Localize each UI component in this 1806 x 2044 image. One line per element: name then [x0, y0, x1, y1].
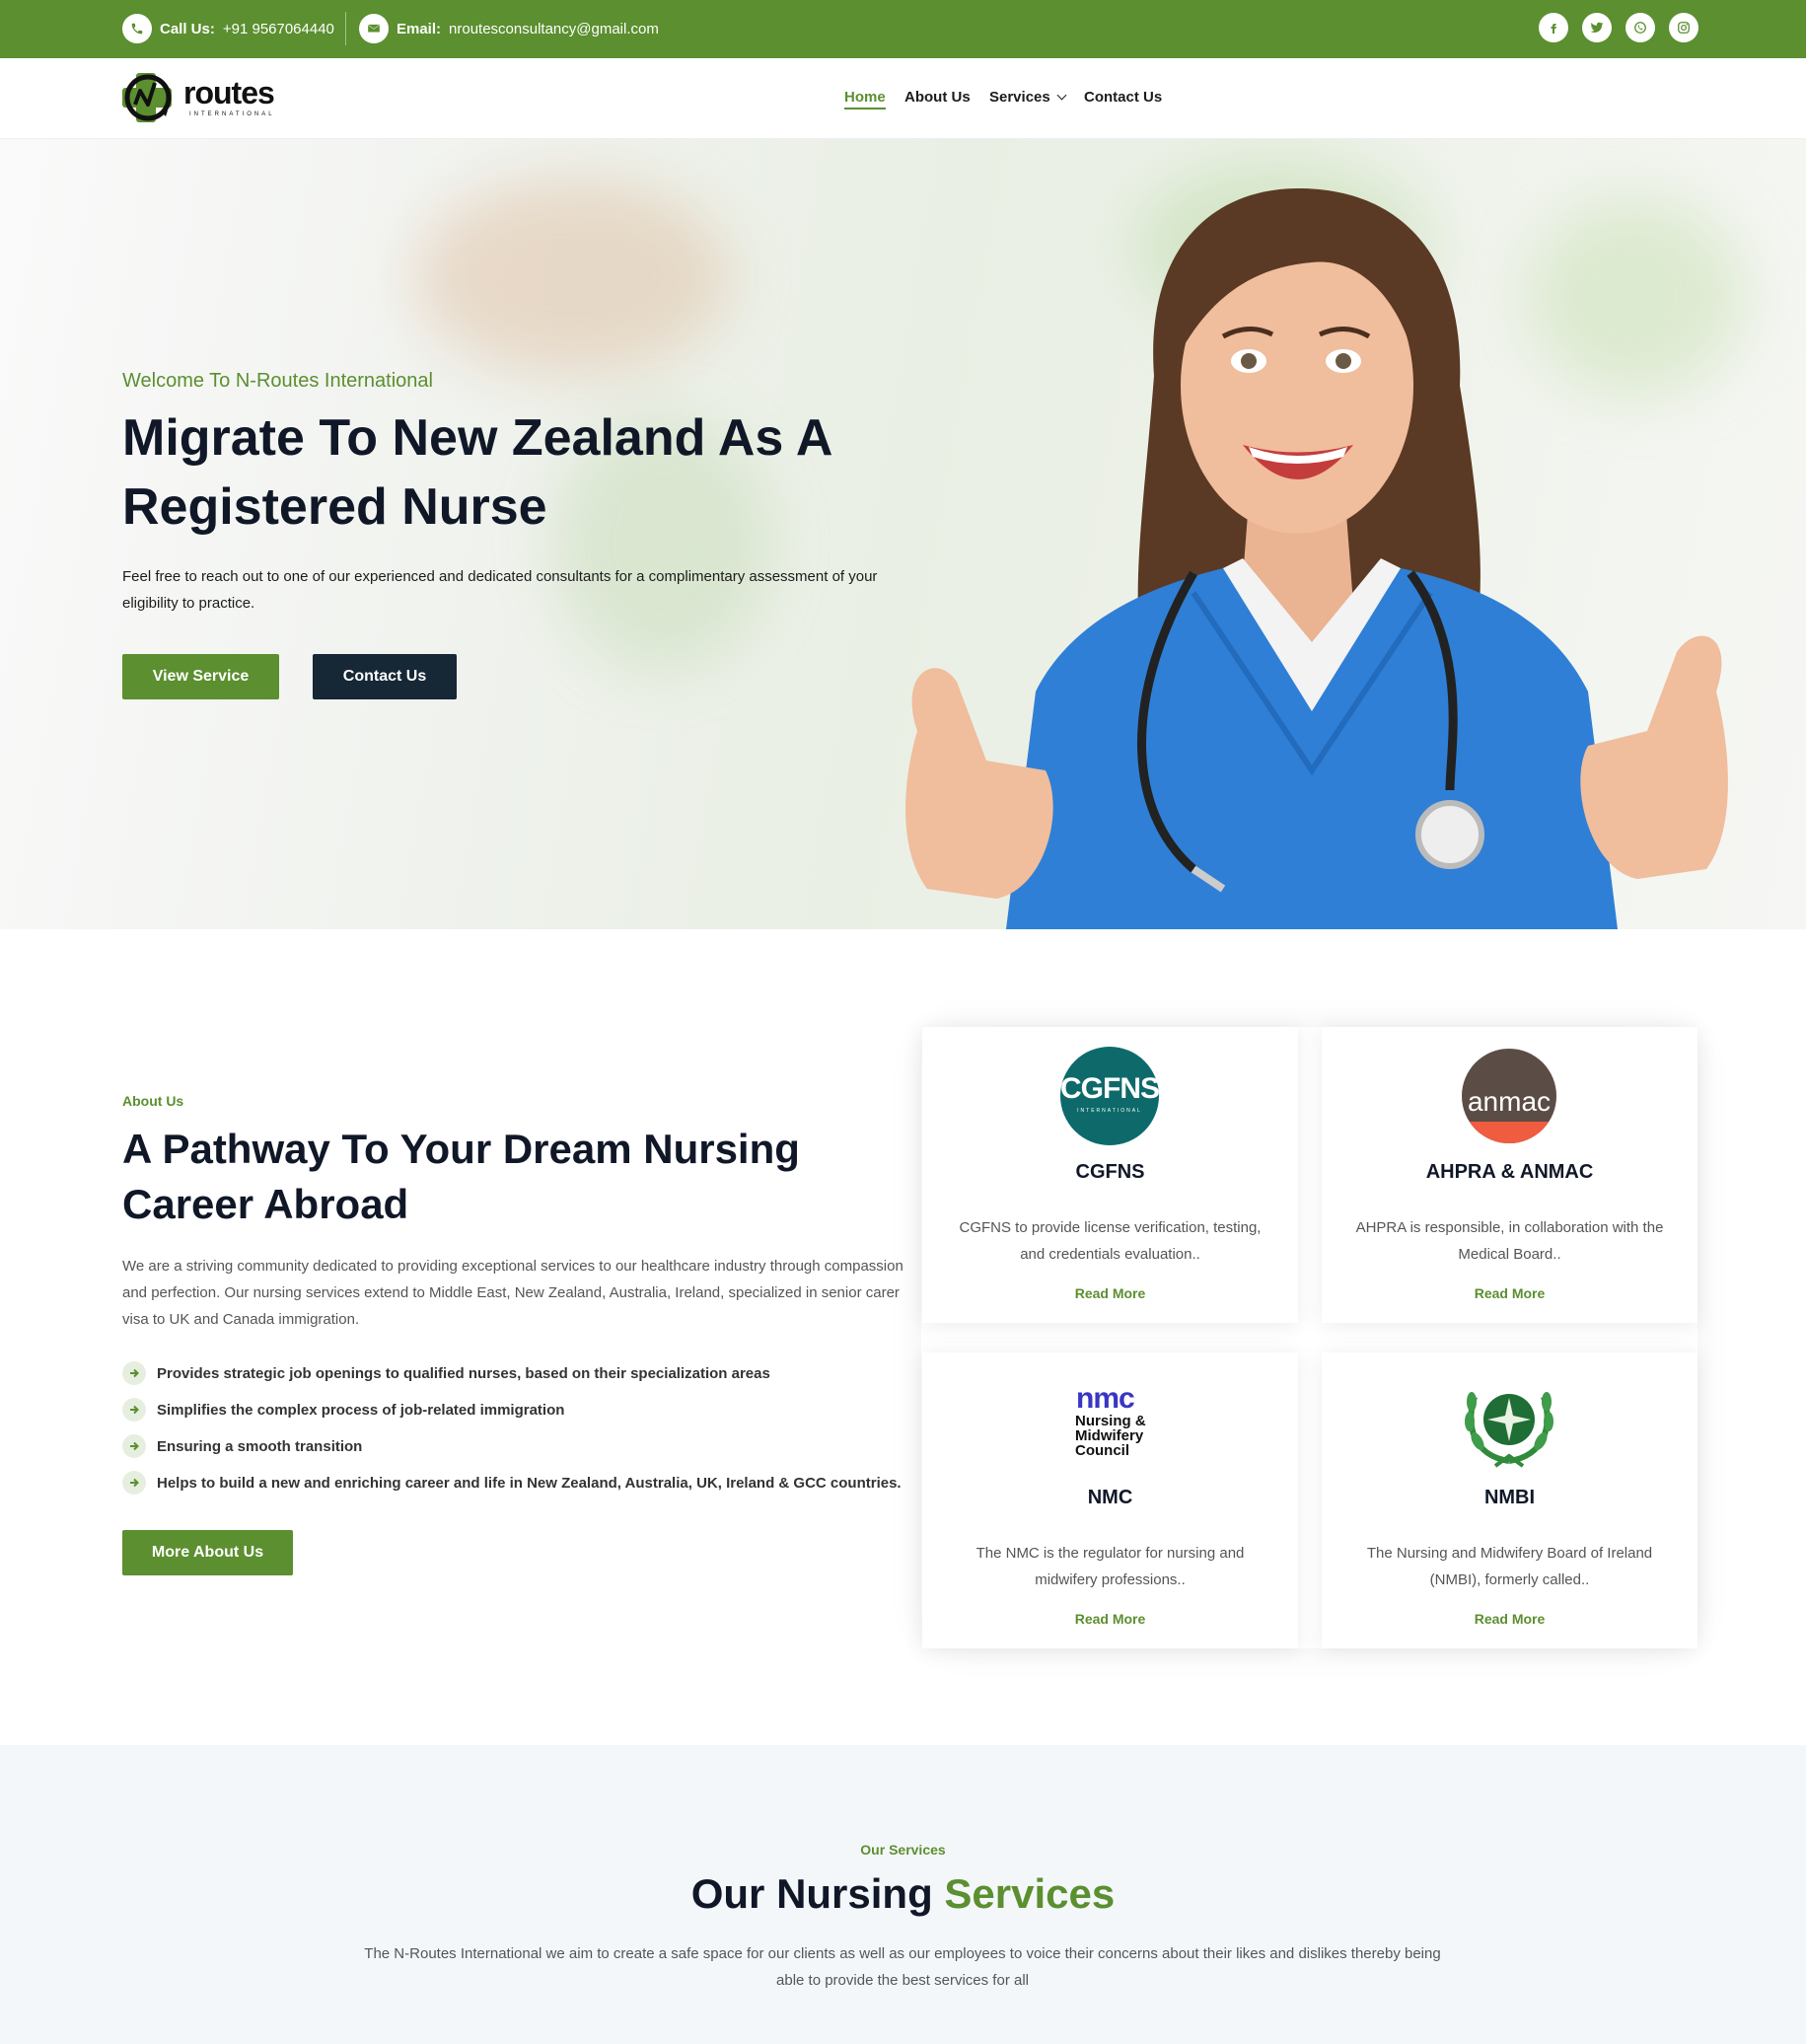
- email-label: Email:: [397, 20, 442, 37]
- list-item-text: Helps to build a new and enriching caree…: [157, 1474, 902, 1492]
- services-title: Our Nursing Services: [0, 1870, 1806, 1918]
- cgfns-logo-text: CGFNS: [1060, 1072, 1160, 1105]
- background-blur: [414, 179, 730, 376]
- nav-services-label: Services: [989, 89, 1050, 106]
- email-address[interactable]: nroutesconsultancy@gmail.com: [449, 21, 659, 37]
- hero-section: Welcome To N-Routes International Migrat…: [0, 139, 1806, 929]
- list-item-text: Simplifies the complex process of job-re…: [157, 1401, 565, 1419]
- nav-about-us[interactable]: About Us: [904, 89, 971, 106]
- read-more-link[interactable]: Read More: [1322, 1611, 1698, 1627]
- services-title-part1: Our Nursing: [690, 1870, 933, 1917]
- card-description: The NMC is the regulator for nursing and…: [975, 1545, 1245, 1588]
- card-title: NMBI: [1483, 1487, 1536, 1508]
- more-about-us-button[interactable]: More About Us: [122, 1530, 293, 1575]
- hero-contact-us-button[interactable]: Contact Us: [313, 654, 457, 699]
- card-nmc: nmc Nursing & Midwifery Council NMC The …: [922, 1352, 1298, 1648]
- twitter-icon[interactable]: [1582, 13, 1612, 42]
- call-us-label: Call Us:: [160, 20, 215, 37]
- list-item-text: Ensuring a smooth transition: [157, 1437, 363, 1455]
- card-ahpra-anmac: anmac AHPRA & ANMAC AHPRA is responsible…: [1322, 1027, 1698, 1323]
- hero-welcome-text: Welcome To N-Routes International: [122, 370, 433, 392]
- nmc-logo-subtext: Nursing & Midwifery Council: [1075, 1413, 1146, 1459]
- logo-wordmark: routes: [183, 75, 275, 110]
- about-description: We are a striving community dedicated to…: [122, 1258, 903, 1328]
- list-item: Helps to build a new and enriching caree…: [122, 1471, 902, 1495]
- card-title: CGFNS: [1075, 1161, 1145, 1183]
- divider: [345, 12, 346, 45]
- chevron-down-icon: [1056, 90, 1067, 101]
- services-section-tag: Our Services: [860, 1842, 946, 1858]
- email-item[interactable]: Email: nroutesconsultancy@gmail.com: [359, 14, 659, 43]
- card-description: The Nursing and Midwifery Board of Irela…: [1366, 1545, 1653, 1588]
- nmbi-laurel-logo: [1460, 1372, 1558, 1471]
- nmc-logo-text: nmc: [1076, 1382, 1135, 1415]
- read-more-link[interactable]: Read More: [922, 1285, 1298, 1301]
- instagram-icon[interactable]: [1669, 13, 1698, 42]
- card-description: AHPRA is responsible, in collaboration w…: [1355, 1219, 1664, 1263]
- read-more-link[interactable]: Read More: [922, 1611, 1298, 1627]
- phone-number[interactable]: +91 9567064440: [223, 21, 334, 37]
- list-item-text: Provides strategic job openings to quali…: [157, 1364, 770, 1382]
- card-nmbi: NMBI The Nursing and Midwifery Board of …: [1322, 1352, 1698, 1648]
- list-item: Simplifies the complex process of job-re…: [122, 1398, 564, 1422]
- arrow-right-icon: [122, 1434, 146, 1458]
- cgfns-logo: CGFNS INTERNATIONAL: [1060, 1047, 1160, 1145]
- list-item: Provides strategic job openings to quali…: [122, 1361, 770, 1385]
- services-description: The N-Routes International we aim to cre…: [364, 1945, 1441, 1989]
- list-item: Ensuring a smooth transition: [122, 1434, 362, 1458]
- anmac-logo: anmac: [1460, 1047, 1558, 1145]
- read-more-link[interactable]: Read More: [1322, 1285, 1698, 1301]
- nmc-logo: nmc Nursing & Midwifery Council: [1060, 1372, 1159, 1471]
- about-section-tag: About Us: [122, 1093, 184, 1109]
- facebook-icon[interactable]: [1539, 13, 1568, 42]
- logo-subtext: INTERNATIONAL: [189, 111, 275, 117]
- nav-services[interactable]: Services: [989, 89, 1067, 106]
- cgfns-logo-subtext: INTERNATIONAL: [1077, 1108, 1142, 1114]
- card-title: NMC: [1087, 1487, 1133, 1508]
- whatsapp-icon[interactable]: [1625, 13, 1655, 42]
- arrow-right-icon: [122, 1398, 146, 1422]
- smiling-nurse-image: [905, 187, 1728, 929]
- arrow-right-icon: [122, 1361, 146, 1385]
- call-us-item[interactable]: Call Us: +91 9567064440: [122, 14, 334, 43]
- hero-description: Feel free to reach out to one of our exp…: [122, 568, 878, 612]
- envelope-icon: [359, 14, 389, 43]
- anmac-logo-text: anmac: [1467, 1086, 1552, 1117]
- services-title-part2: Services: [944, 1870, 1116, 1917]
- top-contact-bar: Call Us: +91 9567064440 Email: nroutesco…: [0, 0, 1806, 58]
- hero-title: Migrate To New Zealand As A Registered N…: [122, 409, 831, 536]
- nav-contact-us[interactable]: Contact Us: [1084, 89, 1162, 106]
- about-title: A Pathway To Your Dream Nursing Career A…: [122, 1126, 800, 1227]
- phone-icon: [122, 14, 152, 43]
- card-title: AHPRA & ANMAC: [1425, 1161, 1594, 1183]
- view-service-button[interactable]: View Service: [122, 654, 279, 699]
- nav-home[interactable]: Home: [844, 89, 886, 110]
- arrow-right-icon: [122, 1471, 146, 1495]
- nroutes-logo[interactable]: routes INTERNATIONAL: [122, 69, 280, 126]
- card-description: CGFNS to provide license verification, t…: [959, 1219, 1262, 1263]
- card-cgfns: CGFNS INTERNATIONAL CGFNS CGFNS to provi…: [922, 1027, 1298, 1323]
